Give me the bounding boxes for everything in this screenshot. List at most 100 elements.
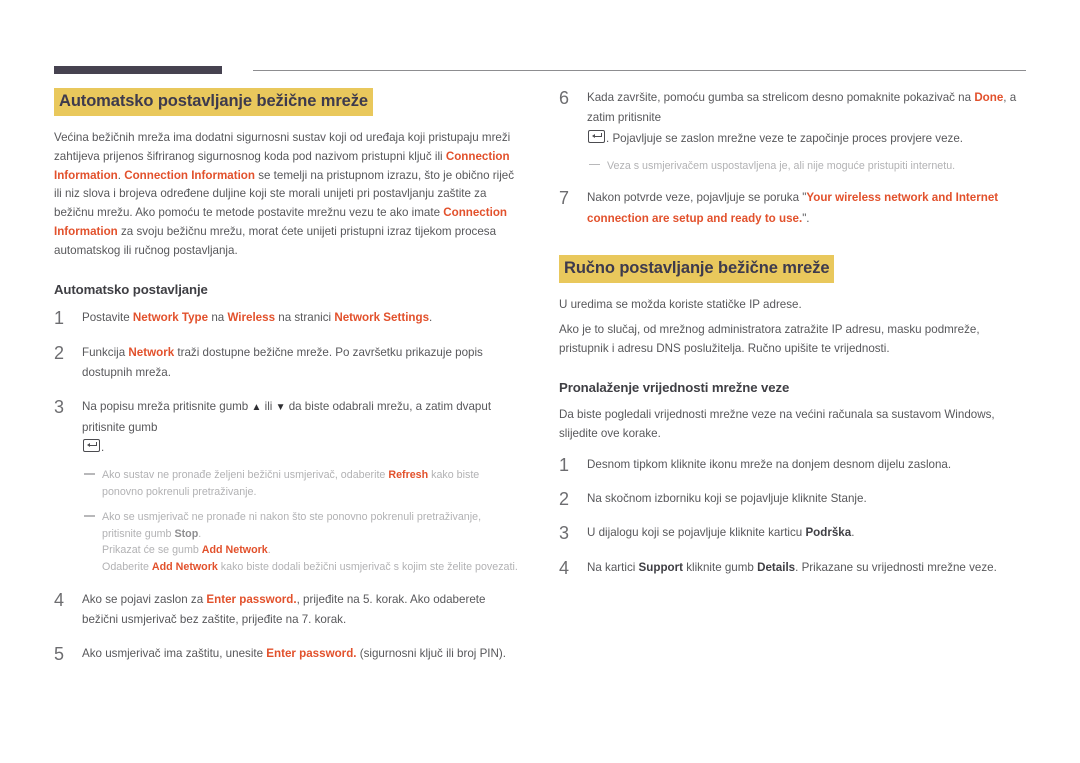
step-number: 4 (54, 589, 65, 610)
step-term-2: Wireless (227, 311, 276, 325)
step-number: 7 (559, 188, 570, 209)
list-item: 2 Na skočnom izborniku koji se pojavljuje… (559, 489, 1026, 509)
step-term-details: Details (757, 560, 796, 574)
left-steps-list: 1 Postavite Network Type na Wireless na s… (54, 308, 521, 664)
enter-key-icon (588, 129, 605, 143)
note-text-b: . (198, 527, 202, 540)
intro-term-2: Connection Information (124, 168, 255, 182)
step-term-1: Enter password. (206, 592, 297, 606)
step-text-c: . Prikazane su vrijednosti mrežne veze. (795, 560, 997, 574)
note-line3-a: Odaberite (102, 561, 152, 574)
right-steps-bottom-list: 1 Desnom tipkom kliknite ikonu mreže na d… (559, 455, 1026, 578)
note-dash-icon (84, 515, 95, 517)
note-term-stop: Stop (174, 527, 199, 540)
right-paragraph-1: U uredima se možda koriste statičke IP a… (559, 297, 802, 311)
step-text-a: Na skočnom izborniku koji se pojavljuje … (587, 492, 867, 506)
header-rules (54, 66, 1026, 76)
list-item: 3 Na popisu mreža pritisnite gumb ▲ ili ▼… (54, 397, 521, 575)
list-item: 3 U dijalogu koji se pojavljuje kliknite … (559, 523, 1026, 543)
note-term-addnetwork-2: Add Network (151, 561, 218, 574)
note-line2-b: . (267, 544, 271, 557)
right-subheading: Pronalaženje vrijednosti mrežne veze (559, 380, 790, 396)
list-item: 4 Ako se pojavi zaslon za Enter password.… (54, 590, 521, 631)
step-number: 5 (54, 644, 65, 665)
note-line2-a: Prikazat će se gumb (102, 544, 202, 557)
list-item: 2 Funkcija Network traži dostupne bežične… (54, 343, 521, 384)
step-text-d: . (429, 311, 433, 325)
left-column: Automatsko postavljanje bežične mreže Ve… (54, 88, 521, 678)
step-number: 2 (559, 489, 570, 510)
right-heading-wrap: Ručno postavljanje bežične mreže (559, 254, 1026, 283)
step-number: 3 (559, 523, 570, 544)
left-subheading: Automatsko postavljanje (54, 282, 208, 298)
step-term-done: Done (974, 91, 1004, 104)
step-text-d: . (101, 440, 105, 454)
step-term-1: Network Type (132, 311, 209, 325)
step-text-a: Postavite (82, 311, 133, 325)
step-number: 1 (559, 454, 570, 475)
note-stop-addnetwork: Ako se usmjerivač ne pronađe ni nakon št… (82, 509, 521, 575)
intro-text-d: za svoju bežičnu mrežu, morat ćete unije… (54, 224, 497, 257)
note-text: Veza s usmjerivačem uspostavljena je, al… (607, 159, 956, 172)
step-number: 4 (559, 557, 570, 578)
right-steps-top-list: 6 Kada završite, pomoću gumba sa strelico… (559, 88, 1026, 229)
step-text-a: Ako usmjerivač ima zaštitu, unesite (82, 647, 267, 661)
step-number: 6 (559, 88, 570, 108)
right-column: 6 Kada završite, pomoću gumba sa strelico… (559, 88, 1026, 678)
note-dash-icon (84, 473, 95, 475)
step-text-b: ". (802, 211, 810, 225)
step-text-b: kliknite gumb (682, 560, 758, 574)
step-term-1: Network (128, 345, 175, 359)
list-item: 4 Na kartici Support kliknite gumb Detail… (559, 558, 1026, 578)
step-text-c: na stranici (275, 311, 335, 325)
note-refresh: Ako sustav ne pronađe željeni bežični us… (82, 467, 521, 500)
step-text-a: U dijalogu koji se pojavljuje kliknite k… (587, 526, 806, 540)
step-number: 1 (54, 308, 65, 329)
header-rule-thin (253, 70, 1026, 71)
step-text-a: Nakon potvrde veze, pojavljuje se poruka… (587, 191, 807, 205)
note-term-addnetwork-1: Add Network (201, 544, 268, 557)
step-number: 2 (54, 342, 65, 363)
note-line-3: Odaberite Add Network kako biste dodali … (102, 559, 521, 576)
note-text-a: Ako se usmjerivač ne pronađe ni nakon št… (102, 511, 482, 540)
note-term-refresh: Refresh (388, 469, 429, 482)
left-intro-paragraph: Većina bežičnih mreža ima dodatni sigurn… (54, 129, 521, 260)
step-text-a: Ako se pojavi zaslon za (82, 592, 207, 606)
step-term-3: Network Settings (334, 311, 430, 325)
step-term-support: Support (638, 560, 683, 574)
step-text-b: . (851, 526, 855, 540)
step-text-b: ili (261, 400, 276, 414)
step-term-1: Enter password. (266, 647, 357, 661)
note-dash-icon (589, 163, 600, 166)
step-text-b: (sigurnosni ključ ili broj PIN). (356, 647, 506, 661)
step-number: 3 (54, 397, 65, 418)
step-text-a: Funkcija (82, 345, 129, 359)
intro-text-a: Većina bežičnih mreža ima dodatni sigurn… (54, 130, 511, 163)
enter-key-icon (83, 438, 100, 452)
arrow-up-icon: ▲ (251, 401, 262, 413)
list-item: 1 Postavite Network Type na Wireless na s… (54, 308, 521, 328)
note-line3-b: kako biste dodali bežični usmjerivač s k… (217, 561, 518, 574)
header-rule-thick (54, 66, 222, 74)
step-text-a: Desnom tipkom kliknite ikonu mreže na do… (587, 457, 952, 471)
step-text-a: Na popisu mreža pritisnite gumb (82, 400, 252, 414)
right-section-heading: Ručno postavljanje bežične mreže (559, 254, 835, 283)
note-router-connected: Veza s usmjerivačem uspostavljena je, al… (587, 158, 1026, 175)
list-item: 7 Nakon potvrde veze, pojavljuje se poruk… (559, 188, 1026, 229)
left-heading-wrap: Automatsko postavljanje bežične mreže (54, 88, 521, 116)
list-item: 1 Desnom tipkom kliknite ikonu mreže na d… (559, 455, 1026, 475)
list-item: 5 Ako usmjerivač ima zaštitu, unesite Ent… (54, 644, 521, 664)
arrow-down-icon: ▼ (275, 401, 286, 413)
left-section-heading: Automatsko postavljanje bežične mreže (54, 88, 373, 116)
list-item: 6 Kada završite, pomoću gumba sa strelico… (559, 88, 1026, 174)
right-paragraph-2: Ako je to slučaj, od mrežnog administrat… (559, 322, 980, 355)
step-text-a: Na kartici (587, 560, 639, 574)
page-content: Automatsko postavljanje bežične mreže Ve… (54, 88, 1026, 678)
right-paragraph-3: Da biste pogledali vrijednosti mrežne ve… (559, 408, 995, 441)
step-text-a: Kada završite, pomoću gumba sa strelicom… (587, 91, 975, 104)
note-line-2: Prikazat će se gumb Add Network. (102, 542, 521, 559)
note-text-a: Ako sustav ne pronađe željeni bežični us… (102, 469, 389, 482)
step-term-podrska: Podrška (805, 526, 852, 540)
step-text-c: . Pojavljuje se zaslon mrežne veze te za… (606, 131, 964, 145)
step-text-b: na (208, 311, 228, 325)
